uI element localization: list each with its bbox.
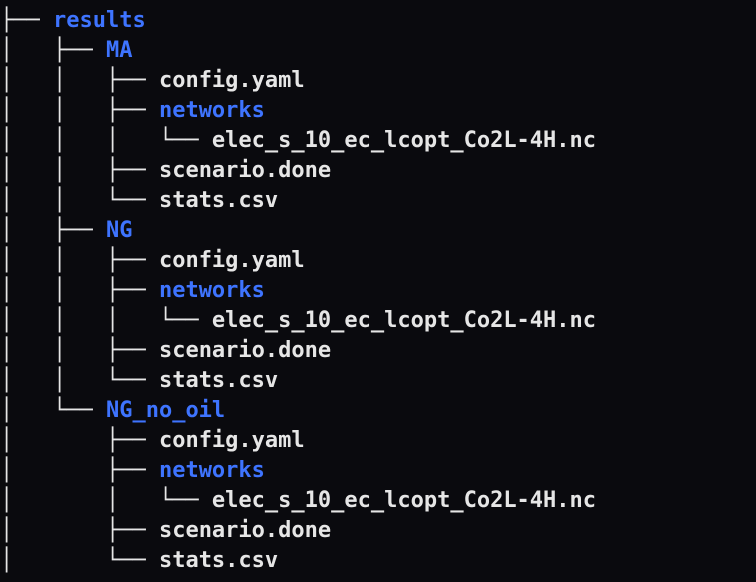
- tree-branch: │ │ ├──: [0, 248, 159, 273]
- tree-branch: │ └──: [0, 548, 159, 573]
- tree-branch: │ │ │ └──: [0, 308, 212, 333]
- file-entry: stats.csv: [159, 188, 278, 213]
- file-entry: config.yaml: [159, 68, 305, 93]
- file-entry: scenario.done: [159, 518, 331, 543]
- file-entry: stats.csv: [159, 548, 278, 573]
- file-network: elec_s_10_ec_lcopt_Co2L-4H.nc: [212, 128, 596, 153]
- file-entry: scenario.done: [159, 158, 331, 183]
- tree-branch: │ ├──: [0, 218, 106, 243]
- file-network: elec_s_10_ec_lcopt_Co2L-4H.nc: [212, 488, 596, 513]
- file-entry: config.yaml: [159, 248, 305, 273]
- tree-branch: │ │ ├──: [0, 278, 159, 303]
- tree-branch: │ │ ├──: [0, 338, 159, 363]
- tree-branch: │ ├──: [0, 518, 159, 543]
- tree-branch: │ │ ├──: [0, 158, 159, 183]
- dir-networks: networks: [159, 98, 265, 123]
- tree-branch: │ │ ├──: [0, 68, 159, 93]
- dir-scenario: MA: [106, 38, 133, 63]
- tree-branch: │ │ └──: [0, 368, 159, 393]
- tree-branch: │ │ └──: [0, 188, 159, 213]
- file-entry: config.yaml: [159, 428, 305, 453]
- tree-branch: │ ├──: [0, 428, 159, 453]
- tree-branch: │ │ ├──: [0, 98, 159, 123]
- dir-scenario: NG: [106, 218, 133, 243]
- dir-networks: networks: [159, 458, 265, 483]
- tree-branch: │ ├──: [0, 458, 159, 483]
- dir-scenario: NG_no_oil: [106, 398, 225, 423]
- file-entry: stats.csv: [159, 368, 278, 393]
- tree-branch: │ └──: [0, 398, 106, 423]
- tree-output: ├── results│ ├── MA│ │ ├── config.yaml│ …: [0, 0, 756, 576]
- file-entry: scenario.done: [159, 338, 331, 363]
- tree-branch: │ │ │ └──: [0, 128, 212, 153]
- dir-results: results: [53, 8, 146, 33]
- tree-branch: ├──: [0, 8, 53, 33]
- file-network: elec_s_10_ec_lcopt_Co2L-4H.nc: [212, 308, 596, 333]
- dir-networks: networks: [159, 278, 265, 303]
- tree-branch: │ ├──: [0, 38, 106, 63]
- tree-branch: │ │ └──: [0, 488, 212, 513]
